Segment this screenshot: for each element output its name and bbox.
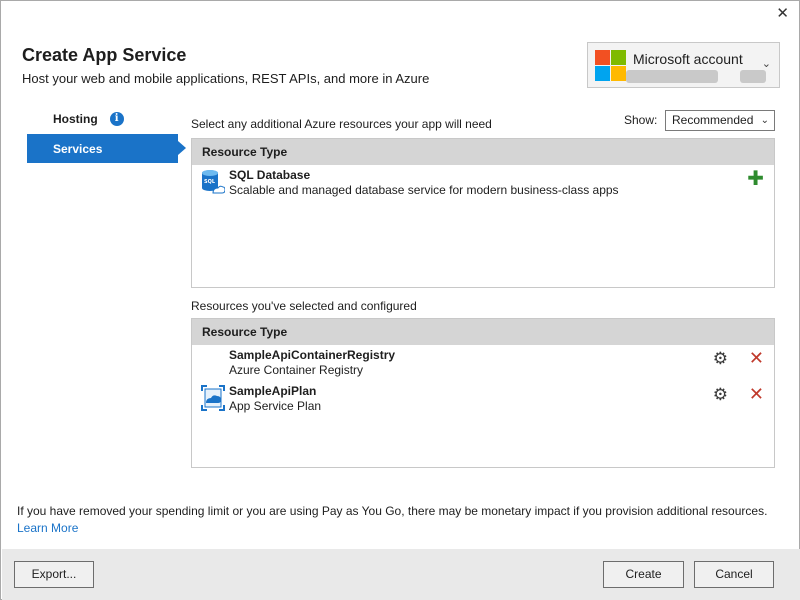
available-resources-panel: Resource Type SQL SQL Database Scalable … [191, 138, 775, 288]
dialog-window: ✕ Create App Service Host your web and m… [0, 0, 800, 600]
show-label: Show: [624, 113, 658, 127]
dialog-subtitle: Host your web and mobile applications, R… [22, 71, 430, 86]
resource-row-container-registry[interactable]: SampleApiContainerRegistry Azure Contain… [192, 345, 774, 381]
export-button[interactable]: Export... [14, 561, 94, 588]
redacted-email-domain [740, 70, 766, 83]
resource-type-header: Resource Type [192, 139, 774, 165]
spending-notice: If you have removed your spending limit … [17, 504, 768, 518]
gear-icon[interactable]: ⚙ [713, 350, 728, 368]
chevron-down-icon: ⌄ [760, 115, 769, 126]
chevron-down-icon: ⌄ [761, 58, 771, 70]
redacted-email [626, 70, 718, 83]
services-prompt: Select any additional Azure resources yo… [191, 117, 492, 131]
resource-type-header: Resource Type [192, 319, 774, 345]
resource-description: Azure Container Registry [229, 363, 364, 377]
info-icon[interactable]: i [109, 111, 124, 126]
sidebar-item-label: Services [53, 141, 103, 156]
resource-description: Scalable and managed database service fo… [229, 183, 619, 197]
resource-title: SampleApiPlan [229, 384, 317, 398]
sidebar-nav: Hosting i Services [27, 104, 186, 163]
selected-resources-panel: Resource Type SampleApiContainerRegistry… [191, 318, 775, 468]
remove-resource-button[interactable]: ✕ [749, 384, 764, 404]
selected-resources-label: Resources you've selected and configured [191, 299, 417, 313]
remove-resource-button[interactable]: ✕ [749, 348, 764, 368]
resource-description: App Service Plan [229, 399, 322, 413]
sql-database-icon: SQL [202, 170, 225, 194]
resource-title: SQL Database [229, 168, 311, 182]
resource-title: SampleApiContainerRegistry [229, 348, 396, 362]
dialog-title: Create App Service [22, 45, 187, 65]
gear-icon[interactable]: ⚙ [713, 386, 728, 404]
learn-more-link[interactable]: Learn More [17, 521, 78, 535]
account-name: Microsoft account [633, 51, 743, 67]
sidebar-item-hosting[interactable]: Hosting i [27, 104, 178, 133]
close-icon[interactable]: ✕ [776, 5, 789, 23]
show-filter-select[interactable]: Recommended ⌄ [665, 110, 775, 131]
resource-row-sql-database[interactable]: SQL SQL Database Scalable and managed da… [192, 165, 774, 201]
account-picker[interactable]: Microsoft account ⌄ [587, 42, 780, 88]
add-resource-button[interactable]: ✚ [747, 169, 764, 189]
resource-row-app-service-plan[interactable]: SampleApiPlan App Service Plan ⚙ ✕ [192, 381, 774, 417]
sidebar-item-label: Hosting [53, 111, 98, 126]
app-service-plan-icon [201, 385, 225, 411]
svg-text:SQL: SQL [204, 179, 216, 185]
dialog-footer: Export... Create Cancel [2, 549, 800, 600]
show-filter-value: Recommended [672, 113, 754, 127]
cancel-button[interactable]: Cancel [694, 561, 774, 588]
create-button[interactable]: Create [603, 561, 684, 588]
microsoft-logo-icon [595, 50, 626, 81]
sidebar-item-services[interactable]: Services [27, 134, 186, 163]
